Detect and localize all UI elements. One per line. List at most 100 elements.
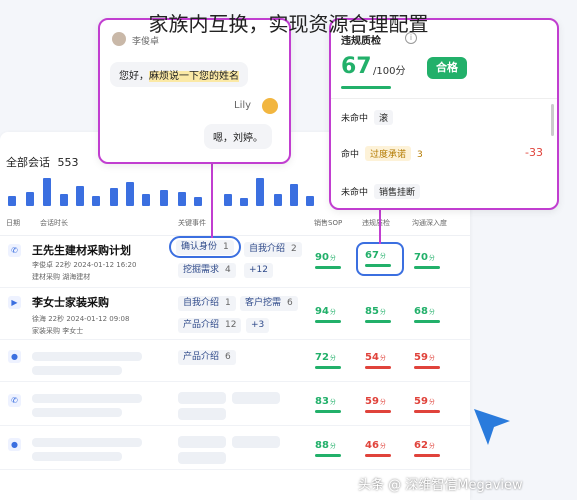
row-title: 李女士家装采购 xyxy=(32,296,109,309)
col-depth: 沟通深入度 xyxy=(412,219,447,227)
chat-popup: 李俊卓 您好，麻烦说一下您的姓名 Lily 嗯，刘婷。 xyxy=(98,18,291,164)
quality-item: 未命中 销售挂断 xyxy=(341,184,421,199)
bar xyxy=(224,194,232,206)
connector-line xyxy=(211,164,213,238)
row-title: 王先生建材采购计划 xyxy=(32,244,131,257)
event-tag[interactable]: 客户挖需 6 xyxy=(240,296,298,311)
quality-score-bar xyxy=(341,86,391,89)
event-tag-more[interactable]: +3 xyxy=(246,318,270,333)
table-row[interactable]: ● 88分 46分 62分 xyxy=(0,426,470,470)
video-icon: ▶ xyxy=(8,296,21,309)
highlight-violation-score xyxy=(356,242,404,276)
table-row[interactable]: ▶ 李女士家装采购 徐海 22秒 2024-01-12 09:08 家装采购 李… xyxy=(0,288,470,340)
placeholder-tag xyxy=(178,452,226,464)
violation-bar xyxy=(365,366,391,369)
col-violation: 违规质检 xyxy=(362,219,390,227)
sop-score: 90分 xyxy=(315,252,336,263)
bar xyxy=(142,194,150,206)
event-tag[interactable]: 产品介绍 12 xyxy=(178,318,242,333)
table-row[interactable]: ● 产品介绍 6 72分 54分 59分 xyxy=(0,340,470,382)
quality-popup: 违规质检 i 67 /100分 合格 未命中滚 命中 过度承诺 3 -33 未命中销… xyxy=(329,18,559,210)
table-row[interactable]: ✆ 83分 59分 59分 xyxy=(0,382,470,426)
status-badge: 合格 xyxy=(427,57,467,79)
event-tag[interactable]: 产品介绍 6 xyxy=(178,350,236,365)
conversation-count: 553 xyxy=(57,156,79,169)
chat-icon: ● xyxy=(8,438,21,451)
table-header: 日期 会话时长 关键事件 销售SOP 违规质检 沟通深入度 xyxy=(0,210,470,236)
depth-bar xyxy=(414,454,440,457)
depth-score: 62分 xyxy=(414,440,435,451)
event-tag[interactable]: 自我介绍 2 xyxy=(244,242,302,257)
quality-score: 67 xyxy=(341,54,372,79)
bar xyxy=(60,194,68,206)
violation-score: 46分 xyxy=(365,440,386,451)
placeholder-line xyxy=(32,452,122,461)
conversation-label: 全部会话 xyxy=(6,156,50,169)
divider xyxy=(331,98,557,99)
placeholder-line xyxy=(32,438,142,447)
bar xyxy=(256,178,264,206)
event-tag-more[interactable]: +12 xyxy=(244,263,273,278)
sop-bar xyxy=(315,366,341,369)
bar xyxy=(92,196,100,206)
placeholder-line xyxy=(32,394,142,403)
bar xyxy=(160,190,168,206)
violation-bar xyxy=(365,454,391,457)
violation-score: 54分 xyxy=(365,352,386,363)
col-key-events: 关键事件 xyxy=(178,219,206,227)
bar xyxy=(8,196,16,206)
sop-score: 72分 xyxy=(315,352,336,363)
depth-bar xyxy=(414,266,440,269)
placeholder-tag xyxy=(178,408,226,420)
deduction-value: -33 xyxy=(525,146,543,159)
bar xyxy=(290,184,298,206)
bar xyxy=(26,192,34,206)
user-avatar xyxy=(262,98,278,114)
depth-score: 70分 xyxy=(414,252,435,263)
sop-bar xyxy=(315,410,341,413)
quality-total: /100分 xyxy=(373,66,406,77)
user-message: 嗯，刘婷。 xyxy=(204,124,272,149)
placeholder-line xyxy=(32,366,122,375)
col-sop: 销售SOP xyxy=(314,219,343,227)
depth-bar xyxy=(414,320,440,323)
depth-bar xyxy=(414,410,440,413)
sop-score: 83分 xyxy=(315,396,336,407)
col-duration: 会话时长 xyxy=(40,219,68,227)
row-meta: 李俊卓 22秒 2024-01-12 16:20 xyxy=(32,261,137,269)
placeholder-tag xyxy=(178,392,226,404)
event-tag[interactable]: 自我介绍 1 xyxy=(178,296,236,311)
chat-icon: ● xyxy=(8,350,21,363)
watermark: 头条 @ 深维智信Megaview xyxy=(358,478,523,493)
bar xyxy=(76,186,84,206)
user-name: Lily xyxy=(234,100,252,111)
connector-line xyxy=(379,208,381,244)
violation-bar xyxy=(365,410,391,413)
scrollbar[interactable] xyxy=(551,104,554,136)
col-date: 日期 xyxy=(6,219,20,227)
violation-bar xyxy=(365,320,391,323)
bar xyxy=(274,194,282,206)
phone-icon: ✆ xyxy=(8,244,21,257)
placeholder-tag xyxy=(178,436,226,448)
sop-score: 94分 xyxy=(315,306,336,317)
row-meta: 徐海 22秒 2024-01-12 09:08 xyxy=(32,315,130,323)
bar xyxy=(306,196,314,206)
event-tag[interactable]: 挖掘需求 4 xyxy=(178,263,236,278)
bar xyxy=(240,198,248,206)
sop-bar xyxy=(315,320,341,323)
bar xyxy=(43,178,51,206)
conversation-count-label: 全部会话 553 xyxy=(6,154,79,170)
highlight-confirm-identity xyxy=(169,236,241,258)
placeholder-tag xyxy=(232,436,280,448)
placeholder-line xyxy=(32,408,122,417)
violation-score: 85分 xyxy=(365,306,386,317)
depth-bar xyxy=(414,366,440,369)
violation-score: 59分 xyxy=(365,396,386,407)
depth-score: 59分 xyxy=(414,352,435,363)
sop-bar xyxy=(315,266,341,269)
depth-score: 59分 xyxy=(414,396,435,407)
bar xyxy=(178,192,186,206)
bar xyxy=(194,197,202,206)
agent-message: 您好，麻烦说一下您的姓名 xyxy=(110,62,248,87)
